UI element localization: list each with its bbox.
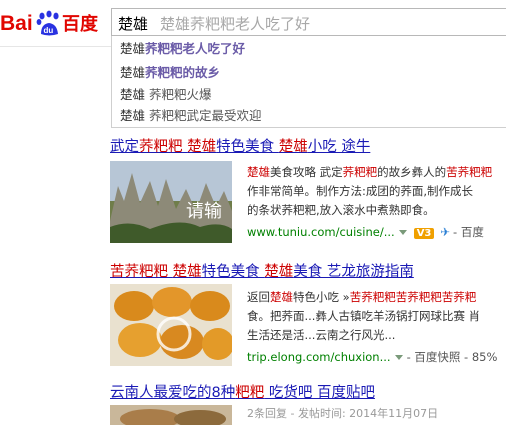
result-url[interactable]: trip.elong.com/chuxion... <box>247 350 391 364</box>
snippet-text: 的故乡彝人的 <box>377 165 447 179</box>
logo-du-text: du <box>44 26 54 35</box>
result-snippet-line: 楚雄美食攻略 武定荞粑粑的故乡彝人的苦荞粑粑 <box>247 163 492 181</box>
result-snippet-line: 的条状荞粑粑,放入滚水中煮熟即食。 <box>247 201 435 219</box>
search-typed-text: 楚雄 <box>118 15 149 33</box>
result-thumbnail[interactable] <box>110 405 232 425</box>
result-url[interactable]: www.tuniu.com/cuisine/... <box>247 225 395 239</box>
result-url-line: www.tuniu.com/cuisine/... V3 ✈ - 百度 <box>247 224 484 240</box>
snippet-text: 特色小吃 » <box>293 290 350 304</box>
title-keyword: 苦荞粑粑 <box>110 264 168 280</box>
thumb-overlay-text: 请输 <box>186 201 222 222</box>
result-snippet-line: 作非常简单。制作方法:成团的荞面,制作成长 <box>247 182 473 200</box>
title-keyword: 楚雄 <box>264 264 294 280</box>
url-dropdown-icon[interactable] <box>398 230 407 235</box>
title-part: 特色美食 <box>216 139 279 155</box>
suggestion-item[interactable]: 楚雄荞粑粑老人吃了好 <box>120 39 245 59</box>
title-keyword: 楚雄 <box>172 264 202 280</box>
result-title-link[interactable]: 武定荞粑粑 楚雄特色美食 楚雄小吃 途牛 <box>110 135 370 156</box>
stone-forest-image: 请输 <box>110 161 232 243</box>
suggestion-item[interactable]: 楚雄 荞粑粑武定最受欢迎 <box>120 106 262 126</box>
suggestion-item[interactable]: 楚雄 荞粑粑火爆 <box>120 85 212 105</box>
title-part: 武定 <box>110 139 139 155</box>
url-dropdown-icon[interactable] <box>394 355 403 360</box>
suggestion-prefix: 楚雄 <box>120 108 146 123</box>
title-part: 特色美食 <box>201 264 265 280</box>
suggestion-rest: 荞粑粑老人吃了好 <box>145 41 246 56</box>
result-snippet-line: 返回楚雄特色小吃 »苦荞粑粑苦荞粑粑苦荞粑 <box>247 288 476 306</box>
logo-chinese-text: 百度 <box>62 13 99 35</box>
result-thumbnail[interactable] <box>110 284 232 366</box>
plane-icon[interactable]: ✈ <box>440 225 450 239</box>
result-snippet-line: 生活还是活...云南之行风光... <box>247 326 395 344</box>
result-title-link[interactable]: 云南人最爱吃的8种粑粑 吃货吧 百度贴吧 <box>110 381 375 402</box>
title-part: 美食 艺龙旅游指南 <box>293 264 414 280</box>
title-keyword: 粑粑 <box>235 385 265 401</box>
result-title-link[interactable]: 苦荞粑粑 楚雄特色美食 楚雄美食 艺龙旅游指南 <box>110 260 414 281</box>
search-autocomplete-ghost: 楚雄荞粑粑老人吃了好 <box>160 15 311 33</box>
snippet-text: 作非常简单。制作方法:成团的荞面,制作成长 <box>247 184 474 198</box>
snapshot-link[interactable]: - 百度快照 - 85% <box>407 350 498 364</box>
snippet-text: 美食攻略 武定 <box>270 165 343 179</box>
snippet-keyword: 荞粑粑 <box>342 165 378 179</box>
paw-icon: du <box>36 10 59 36</box>
baidu-logo[interactable]: Bai du 百度 <box>0 8 106 36</box>
suggestion-dropdown: 楚雄荞粑粑老人吃了好 楚雄荞粑粑的故乡 楚雄 荞粑粑火爆 楚雄 荞粑粑武定最受欢… <box>111 36 506 128</box>
suggestion-rest: 荞粑粑的故乡 <box>145 65 221 80</box>
snapshot-link[interactable]: - 百度 <box>453 225 484 239</box>
food-image <box>110 405 232 425</box>
suggestion-rest: 荞粑粑火爆 <box>145 87 212 102</box>
result-meta: 2条回复 - 发帖时间: 2014年11月07日 <box>247 407 439 420</box>
result-snippet-line: 食。把荞面...彝人古镇吃羊汤锅打网球比赛 肖 <box>247 307 480 325</box>
title-part: 吃货吧 百度贴吧 <box>264 385 375 401</box>
suggestion-rest: 荞粑粑武定最受欢迎 <box>145 108 262 123</box>
logo-bai-text: Bai <box>0 12 33 35</box>
title-part: 云南人最爱吃的8种 <box>110 385 236 401</box>
baidu-logo-svg: Bai du 百度 <box>0 10 99 36</box>
snippet-text: 的条状荞粑粑,放入滚水中煮熟即食。 <box>247 203 435 217</box>
result-thumbnail[interactable]: 请输 <box>110 161 232 243</box>
snippet-keyword: 楚雄 <box>247 165 270 179</box>
suggestion-prefix: 楚雄 <box>120 65 146 80</box>
suggestion-prefix: 楚雄 <box>120 87 146 102</box>
snippet-text: 生活还是活...云南之行风光... <box>247 328 396 342</box>
snippet-text: 食。把荞面...彝人古镇吃羊汤锅打网球比赛 肖 <box>247 309 481 323</box>
title-part: 小吃 途牛 <box>307 139 371 155</box>
result-url-line: trip.elong.com/chuxion... - 百度快照 - 85% <box>247 349 497 365</box>
snippet-keyword: 楚雄 <box>270 290 293 304</box>
v3-badge[interactable]: V3 <box>413 228 435 239</box>
suggestion-item[interactable]: 楚雄荞粑粑的故乡 <box>120 63 220 83</box>
snippet-text: 返回 <box>247 290 270 304</box>
suggestion-prefix: 楚雄 <box>120 41 146 56</box>
snippet-keyword: 苦荞粑粑 <box>446 165 493 179</box>
buckwheat-cake-image <box>110 284 232 366</box>
title-keyword: 荞粑粑 <box>139 139 183 155</box>
title-keyword: 楚雄 <box>278 139 308 155</box>
snippet-keyword: 苦荞粑粑苦荞粑粑苦荞粑 <box>349 290 477 304</box>
search-input[interactable]: 楚雄 楚雄荞粑粑老人吃了好 <box>111 8 506 36</box>
title-keyword: 楚雄 <box>187 139 217 155</box>
